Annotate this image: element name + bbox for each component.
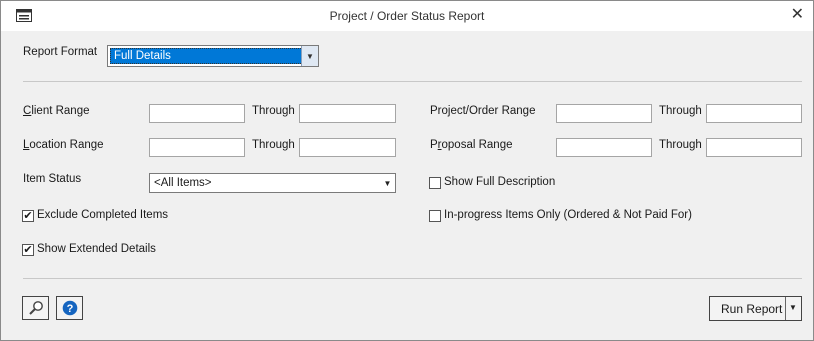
client-range-to[interactable] — [299, 104, 396, 123]
report-format-select[interactable]: Full Details ▼ — [107, 45, 319, 67]
run-report-button[interactable]: Run Report ▼ — [709, 296, 802, 321]
exclude-completed-checkbox[interactable]: ✔ — [22, 210, 34, 222]
close-icon[interactable]: ✕ — [791, 4, 804, 23]
search-button[interactable] — [22, 296, 49, 320]
item-status-select[interactable]: <All Items> ▼ — [149, 173, 396, 193]
report-format-label: Report Format — [23, 46, 98, 58]
chevron-down-icon[interactable]: ▼ — [380, 174, 395, 192]
divider-bottom — [23, 278, 802, 279]
client-through-label: Through — [252, 105, 295, 117]
split-divider — [785, 297, 786, 320]
in-progress-only-label: In-progress Items Only (Ordered & Not Pa… — [444, 209, 692, 221]
show-full-description-checkbox[interactable] — [429, 177, 441, 189]
location-through-label: Through — [252, 139, 295, 151]
exclude-completed-label: Exclude Completed Items — [37, 209, 169, 221]
proposal-through-label: Through — [659, 139, 702, 151]
item-status-value: <All Items> — [154, 177, 212, 189]
proposal-range-label: Proposal Range — [430, 139, 513, 151]
location-range-from[interactable] — [149, 138, 245, 157]
title-bar: Project / Order Status Report ✕ — [1, 1, 813, 31]
show-extended-label: Show Extended Details — [37, 243, 156, 255]
client-range-label: Client Range — [23, 105, 90, 117]
chevron-down-icon[interactable]: ▼ — [789, 303, 797, 312]
project-order-range-to[interactable] — [706, 104, 802, 123]
show-full-description-label: Show Full Description — [444, 176, 556, 188]
show-extended-checkbox[interactable]: ✔ — [22, 244, 34, 256]
report-format-highlight: Full Details — [110, 48, 303, 64]
location-range-to[interactable] — [299, 138, 396, 157]
client-range-from[interactable] — [149, 104, 245, 123]
location-range-label: Location Range — [23, 139, 104, 151]
divider-top — [23, 81, 802, 82]
report-format-value: Full Details — [114, 50, 171, 62]
proposal-range-from[interactable] — [556, 138, 652, 157]
project-order-range-from[interactable] — [556, 104, 652, 123]
svg-text:?: ? — [67, 303, 74, 315]
project-order-range-label: Project/Order Range — [430, 105, 536, 117]
proposal-range-to[interactable] — [706, 138, 802, 157]
help-button[interactable]: ? — [56, 296, 83, 320]
help-icon: ? — [62, 300, 78, 316]
item-status-label: Item Status — [23, 173, 82, 185]
run-report-label: Run Report — [721, 302, 783, 316]
magnifier-icon — [29, 301, 43, 315]
in-progress-only-checkbox[interactable] — [429, 210, 441, 222]
project-through-label: Through — [659, 105, 702, 117]
window-title: Project / Order Status Report — [329, 9, 485, 23]
chevron-down-icon[interactable]: ▼ — [301, 46, 318, 66]
report-dialog: Project / Order Status Report ✕ Report F… — [0, 0, 814, 341]
